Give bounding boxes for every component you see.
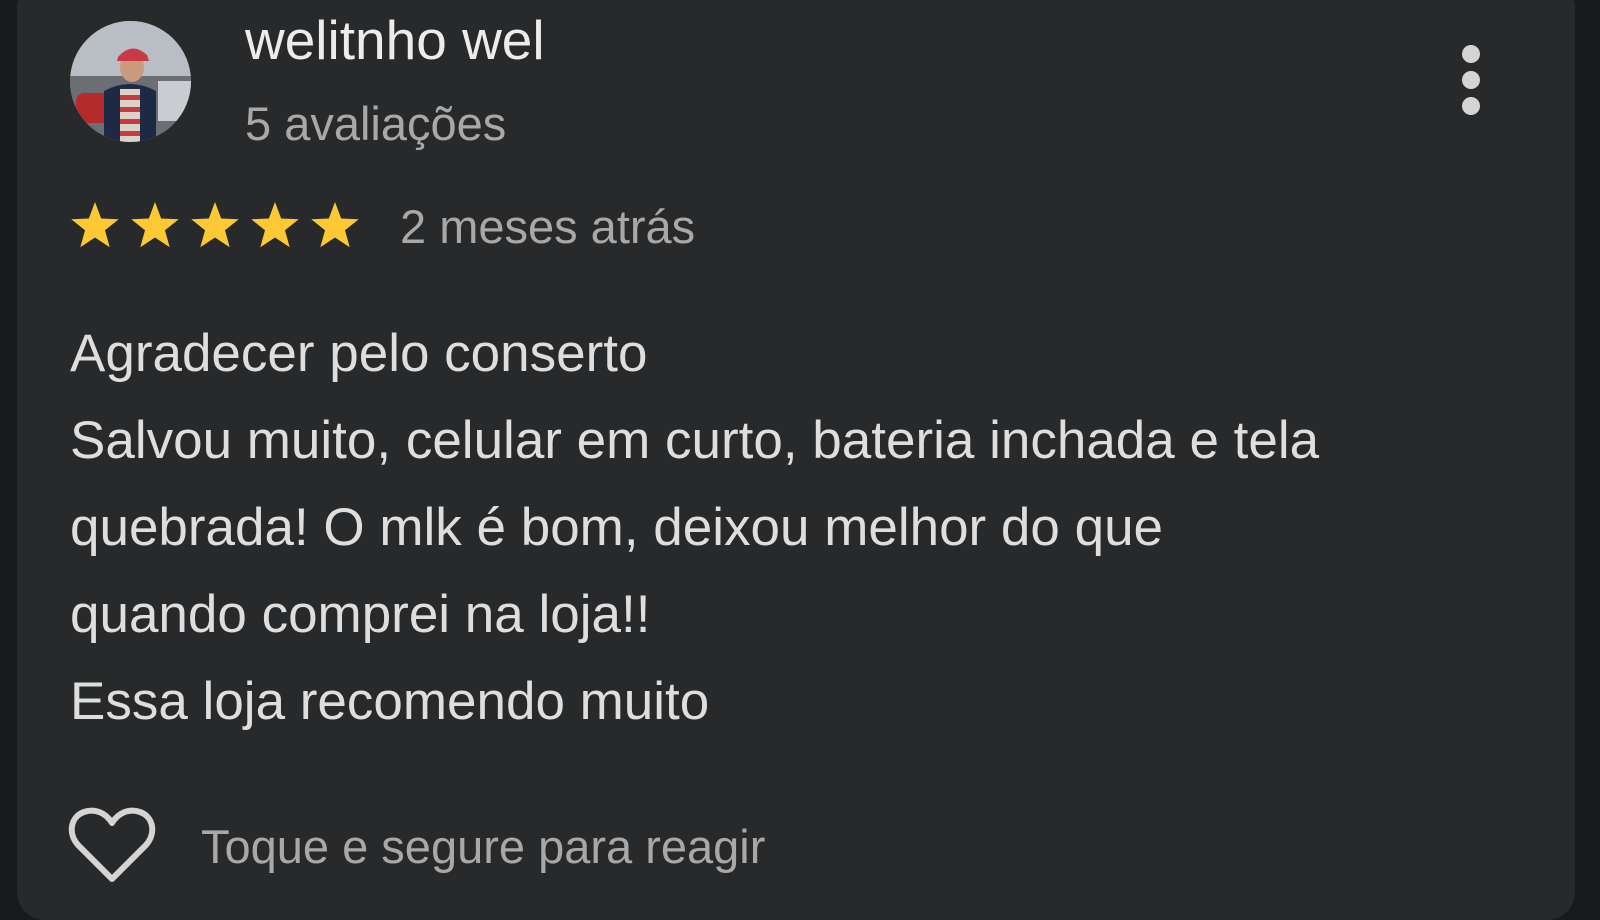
avatar-image bbox=[70, 21, 191, 142]
review-text-line: quando comprei na loja!! bbox=[70, 585, 651, 644]
star-rating bbox=[71, 202, 359, 248]
react-hint-label: Toque e segure para reagir bbox=[201, 820, 766, 873]
author-name[interactable]: welitnho wel bbox=[245, 13, 545, 68]
star-icon bbox=[131, 202, 179, 248]
star-icon bbox=[311, 202, 359, 248]
review-text-line: Salvou muito, celular em curto, bateria … bbox=[70, 411, 1320, 470]
review-count[interactable]: 5 avaliações bbox=[245, 100, 506, 147]
review-text-line: Agradecer pelo conserto bbox=[70, 324, 648, 383]
review-text-line: Essa loja recomendo muito bbox=[70, 672, 710, 731]
star-icon bbox=[191, 202, 239, 248]
more-vertical-icon bbox=[1462, 71, 1480, 89]
review-time: 2 meses atrás bbox=[400, 200, 696, 253]
more-vertical-icon bbox=[1462, 45, 1480, 63]
react-row[interactable]: Toque e segure para reagir bbox=[68, 805, 868, 885]
avatar[interactable] bbox=[70, 21, 191, 142]
more-vertical-icon bbox=[1462, 97, 1480, 115]
heart-outline-icon[interactable] bbox=[68, 805, 156, 885]
more-options-button[interactable] bbox=[1440, 35, 1502, 125]
review-text: Agradecer pelo conserto Salvou muito, ce… bbox=[70, 310, 1550, 745]
star-icon bbox=[71, 202, 119, 248]
star-icon bbox=[251, 202, 299, 248]
review-text-line: quebrada! O mlk é bom, deixou melhor do … bbox=[70, 498, 1164, 557]
